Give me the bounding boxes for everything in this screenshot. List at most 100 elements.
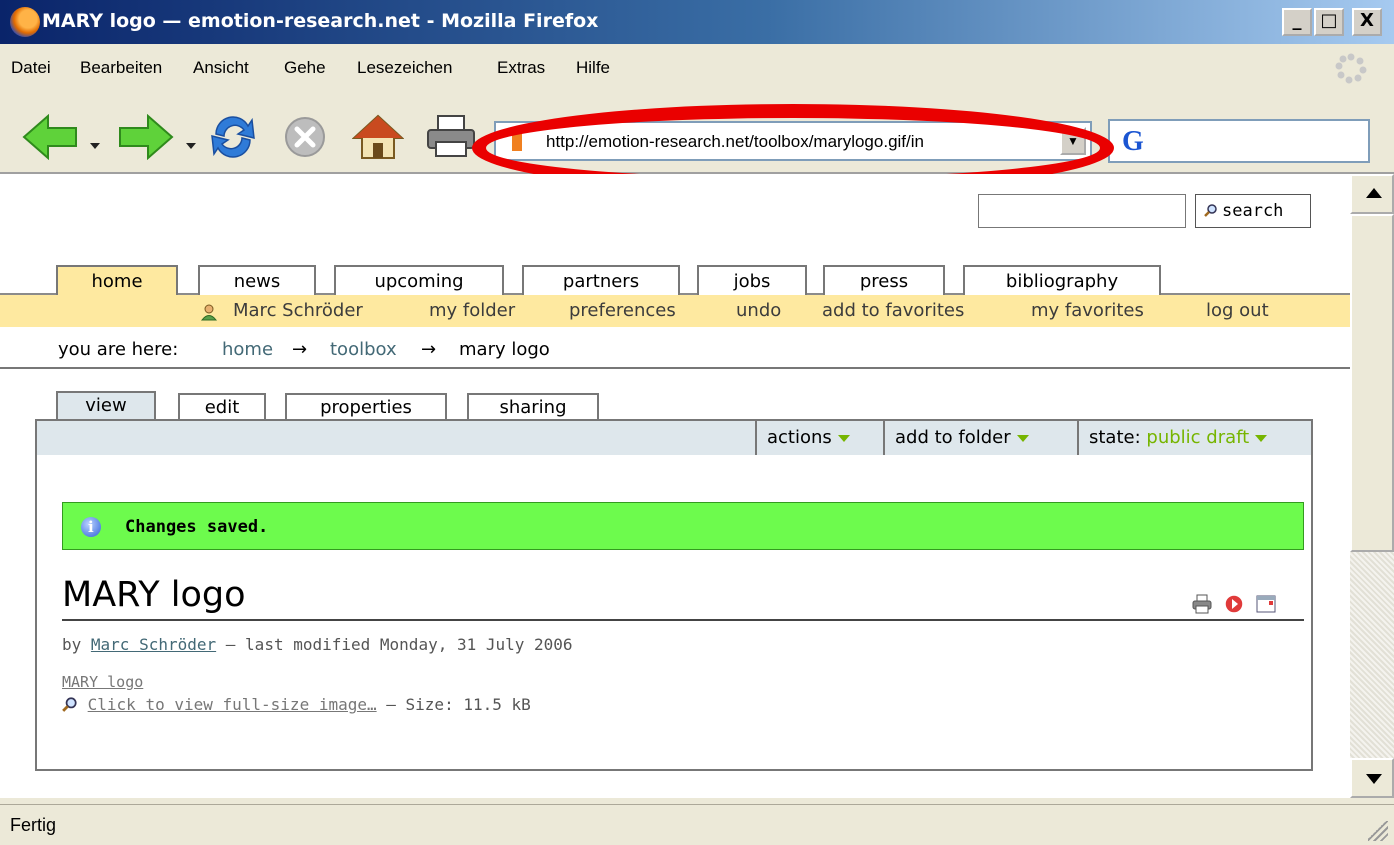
global-tab-upcoming[interactable]: upcoming [334,265,504,295]
window-title: MARY logo — emotion-research.net - Mozil… [42,10,599,32]
breadcrumb-toolbox-link[interactable]: toolbox [330,339,397,360]
maximize-button[interactable]: □ [1314,8,1344,36]
site-search-button[interactable]: search [1195,194,1311,228]
byline-prefix: by [62,635,82,654]
add-to-folder-menu[interactable]: add to folder [883,421,1077,455]
menu-hilfe[interactable]: Hilfe [576,58,610,78]
add-to-folder-label: add to folder [895,427,1011,448]
full-screen-icon[interactable] [1255,593,1277,615]
page-content: search home news upcoming partners jobs … [0,174,1350,798]
full-size-image-link[interactable]: Click to view full-size image… [88,695,377,714]
menu-ansicht[interactable]: Ansicht [193,58,249,78]
menu-lesezeichen[interactable]: Lesezeichen [357,58,452,78]
close-button[interactable]: X [1352,8,1382,36]
chevron-down-icon [1016,434,1029,442]
document-byline: by Marc Schröder — last modified Monday,… [62,635,573,654]
url-text[interactable]: http://emotion-research.net/toolbox/mary… [546,132,924,152]
breadcrumb-arrow: → [292,339,308,360]
my-favorites-link[interactable]: my favorites [1031,300,1144,321]
site-favicon-icon [512,133,522,151]
scroll-down-button[interactable] [1350,758,1394,798]
url-bar[interactable]: http://emotion-research.net/toolbox/mary… [494,121,1092,161]
global-tab-home[interactable]: home [56,265,178,297]
reload-icon[interactable] [208,112,258,162]
status-message: Changes saved. [62,502,1304,550]
undo-link[interactable]: undo [736,300,781,321]
menu-bar: Datei Bearbeiten Ansicht Gehe Lesezeiche… [0,44,1394,88]
actions-menu-label: actions [767,427,832,448]
menu-gehe[interactable]: Gehe [284,58,326,78]
breadcrumb-home-link[interactable]: home [222,339,273,360]
tab-edit[interactable]: edit [178,393,266,421]
chevron-down-icon [837,434,850,442]
user-icon [200,304,218,321]
breadcrumb: you are here: home → toolbox → mary logo [0,327,1350,369]
breadcrumb-current: mary logo [459,339,550,360]
tab-sharing[interactable]: sharing [467,393,599,421]
url-history-dropdown[interactable]: ▼ [1060,127,1086,155]
throbber-icon [1335,53,1367,84]
breadcrumb-arrow: → [421,339,437,360]
web-search-box[interactable]: G [1108,119,1370,163]
info-icon [81,517,101,537]
site-search-label: search [1222,201,1284,221]
preferences-link[interactable]: preferences [569,300,676,321]
personal-bar: Marc Schröder my folder preferences undo… [0,295,1350,327]
magnifier-icon [62,697,77,712]
firefox-logo-icon [10,7,40,37]
author-link[interactable]: Marc Schröder [91,635,216,654]
menu-extras[interactable]: Extras [497,58,545,78]
actions-menu[interactable]: actions [755,421,883,455]
global-tab-bibliography[interactable]: bibliography [963,265,1161,295]
state-menu[interactable]: state: public draft [1077,421,1311,455]
resize-grip-icon[interactable] [1368,821,1388,841]
scrollbar-thumb[interactable] [1350,214,1394,552]
forward-arrow-icon[interactable] [116,114,176,160]
breadcrumb-prefix: you are here: [58,339,179,360]
navigation-toolbar: http://emotion-research.net/toolbox/mary… [0,88,1394,174]
back-arrow-icon[interactable] [20,114,80,160]
global-tab-news[interactable]: news [198,265,316,295]
vertical-scrollbar[interactable] [1350,174,1394,798]
forward-history-dropdown-icon[interactable] [186,143,196,149]
site-search-input[interactable] [978,194,1186,228]
log-out-link[interactable]: log out [1206,300,1269,321]
page-title: MARY logo [62,575,246,615]
window-titlebar: MARY logo — emotion-research.net - Mozil… [0,0,1394,44]
status-text: Fertig [10,815,57,835]
global-tab-partners[interactable]: partners [522,265,680,295]
back-history-dropdown-icon[interactable] [90,143,100,149]
send-to-icon[interactable] [1223,593,1245,615]
my-folder-link[interactable]: my folder [429,300,515,321]
global-navigation: home news upcoming partners jobs press b… [0,265,1350,297]
tab-properties[interactable]: properties [285,393,447,421]
state-value: public draft [1146,427,1250,448]
stop-icon[interactable] [282,114,328,160]
state-label: state: [1089,427,1141,448]
document-area: Changes saved. MARY logo by Marc Schröde… [35,455,1313,771]
add-to-favorites-link[interactable]: add to favorites [822,300,964,321]
user-name-link[interactable]: Marc Schröder [233,300,363,321]
menu-bearbeiten[interactable]: Bearbeiten [80,58,162,78]
title-underline [62,619,1304,621]
global-tab-jobs[interactable]: jobs [697,265,807,295]
chevron-down-icon [1255,434,1268,442]
print-icon[interactable] [1191,593,1213,615]
global-tab-press[interactable]: press [823,265,945,295]
content-actions-bar: actions add to folder state: public draf… [35,419,1313,457]
print-icon[interactable] [426,114,476,158]
browser-status-bar: Fertig [0,804,1394,845]
image-alt-link[interactable]: MARY logo [62,673,143,691]
google-search-engine-icon[interactable]: G [1122,126,1144,158]
image-size-text: — Size: 11.5 kB [386,695,531,714]
minimize-button[interactable]: _ [1282,8,1312,36]
arrow-down-icon [1366,774,1382,784]
magnifier-icon [1204,204,1217,217]
byline-modified: — last modified Monday, 31 July 2006 [225,635,573,654]
arrow-up-icon [1366,188,1382,198]
scroll-up-button[interactable] [1350,174,1394,214]
home-icon[interactable] [352,112,404,160]
full-size-line: Click to view full-size image… — Size: 1… [62,695,531,714]
menu-datei[interactable]: Datei [11,58,51,78]
status-message-text: Changes saved. [125,517,269,537]
